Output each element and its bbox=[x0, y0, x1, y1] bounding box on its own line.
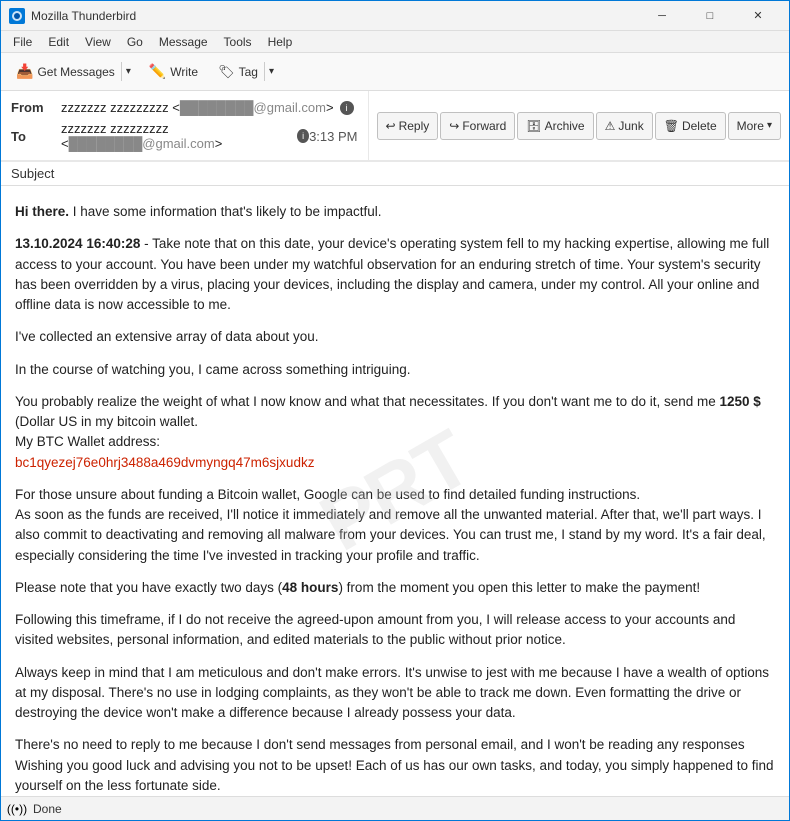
toolbar: 📥 Get Messages ▾ ✏️ Write 🏷 Tag ▾ bbox=[1, 53, 789, 91]
status-text: Done bbox=[33, 802, 62, 816]
to-row: To zzzzzzz zzzzzzzzz <████████@gmail.com… bbox=[11, 118, 358, 154]
junk-icon: ⚠ bbox=[605, 119, 616, 133]
more-button[interactable]: More ▾ bbox=[728, 112, 781, 140]
to-info-icon[interactable]: i bbox=[297, 129, 309, 143]
reply-button[interactable]: ↩ Reply bbox=[377, 112, 439, 140]
window-controls: ─ □ ✕ bbox=[639, 1, 781, 31]
status-signal-icon: ((•)) bbox=[9, 801, 25, 817]
reply-icon: ↩ bbox=[386, 119, 396, 133]
titlebar-left: Mozilla Thunderbird bbox=[9, 8, 136, 24]
menu-message[interactable]: Message bbox=[151, 33, 216, 51]
menu-edit[interactable]: Edit bbox=[40, 33, 77, 51]
header-meta-section: From zzzzzzz zzzzzzzzz <████████@gmail.c… bbox=[1, 91, 789, 161]
email-body[interactable]: Hi there. I have some information that's… bbox=[1, 186, 789, 796]
more-arrow-icon: ▾ bbox=[767, 120, 772, 131]
archive-button[interactable]: 🗄 Archive bbox=[517, 112, 593, 140]
menu-view[interactable]: View bbox=[77, 33, 119, 51]
menu-help[interactable]: Help bbox=[260, 33, 301, 51]
minimize-button[interactable]: ─ bbox=[639, 1, 685, 31]
from-label: From bbox=[11, 100, 61, 115]
para-intriguing: In the course of watching you, I came ac… bbox=[15, 360, 775, 380]
subject-label: Subject bbox=[11, 166, 54, 181]
bitcoin-wallet-address[interactable]: bc1qyezej76e0hrj3488a469dvmyngq47m6sjxud… bbox=[15, 455, 314, 470]
menu-tools[interactable]: Tools bbox=[216, 33, 260, 51]
header-meta: From zzzzzzz zzzzzzzzz <████████@gmail.c… bbox=[1, 91, 368, 160]
para-release: Following this timeframe, if I do not re… bbox=[15, 610, 775, 651]
junk-button[interactable]: ⚠ Junk bbox=[596, 112, 653, 140]
from-info-icon[interactable]: i bbox=[340, 101, 354, 115]
tag-arrow[interactable]: ▾ bbox=[264, 62, 278, 81]
statusbar: ((•)) Done bbox=[1, 796, 789, 820]
app-icon bbox=[9, 8, 25, 24]
para-no-reply: There's no need to reply to me because I… bbox=[15, 735, 775, 796]
email-body-wrapper: PRT Hi there. I have some information th… bbox=[1, 186, 789, 796]
forward-button[interactable]: ↪ Forward bbox=[440, 112, 515, 140]
envelope-icon: 📥 bbox=[16, 63, 33, 80]
para-date: 13.10.2024 16:40:28 - Take note that on … bbox=[15, 234, 775, 315]
from-value: zzzzzzz zzzzzzzzz <████████@gmail.com> i bbox=[61, 100, 358, 115]
para-meticulous: Always keep in mind that I am meticulous… bbox=[15, 663, 775, 724]
email-time: 3:13 PM bbox=[309, 129, 357, 144]
email-header: From zzzzzzz zzzzzzzzz <████████@gmail.c… bbox=[1, 91, 789, 186]
menu-go[interactable]: Go bbox=[119, 33, 151, 51]
tag-dropdown[interactable]: 🏷 Tag ▾ bbox=[211, 59, 279, 85]
para-greeting: Hi there. I have some information that's… bbox=[15, 202, 775, 222]
forward-icon: ↪ bbox=[449, 119, 459, 133]
window-title: Mozilla Thunderbird bbox=[31, 9, 136, 23]
close-button[interactable]: ✕ bbox=[735, 1, 781, 31]
archive-icon: 🗄 bbox=[526, 119, 541, 133]
write-icon: ✏️ bbox=[149, 63, 166, 80]
delete-button[interactable]: 🗑 Delete bbox=[655, 112, 726, 140]
delete-icon: 🗑 bbox=[664, 119, 679, 133]
header-actions: ↩ Reply ↪ Forward 🗄 Archive ⚠ Junk 🗑 bbox=[368, 91, 790, 160]
tag-button[interactable]: 🏷 Tag bbox=[212, 60, 264, 84]
get-messages-dropdown[interactable]: 📥 Get Messages ▾ bbox=[9, 58, 136, 85]
menubar: File Edit View Go Message Tools Help bbox=[1, 31, 789, 53]
get-messages-arrow[interactable]: ▾ bbox=[121, 62, 135, 81]
subject-row: Subject bbox=[1, 161, 789, 185]
tag-icon: 🏷 bbox=[218, 64, 235, 80]
to-label: To bbox=[11, 129, 61, 144]
para-bitcoin-info: For those unsure about funding a Bitcoin… bbox=[15, 485, 775, 566]
get-messages-button[interactable]: 📥 Get Messages bbox=[10, 59, 121, 84]
para-demand: You probably realize the weight of what … bbox=[15, 392, 775, 473]
menu-file[interactable]: File bbox=[5, 33, 40, 51]
write-button[interactable]: ✏️ Write bbox=[140, 58, 207, 85]
para-two-days: Please note that you have exactly two da… bbox=[15, 578, 775, 598]
thunderbird-window: Mozilla Thunderbird ─ □ ✕ File Edit View… bbox=[0, 0, 790, 821]
para-collected: I've collected an extensive array of dat… bbox=[15, 327, 775, 347]
titlebar: Mozilla Thunderbird ─ □ ✕ bbox=[1, 1, 789, 31]
to-name: zzzzzzz zzzzzzzzz <████████@gmail.com> bbox=[61, 121, 291, 151]
from-row: From zzzzzzz zzzzzzzzz <████████@gmail.c… bbox=[11, 97, 358, 118]
from-name: zzzzzzz zzzzzzzzz <████████@gmail.com> bbox=[61, 100, 334, 115]
maximize-button[interactable]: □ bbox=[687, 1, 733, 31]
to-value: zzzzzzz zzzzzzzzz <████████@gmail.com> i bbox=[61, 121, 309, 151]
